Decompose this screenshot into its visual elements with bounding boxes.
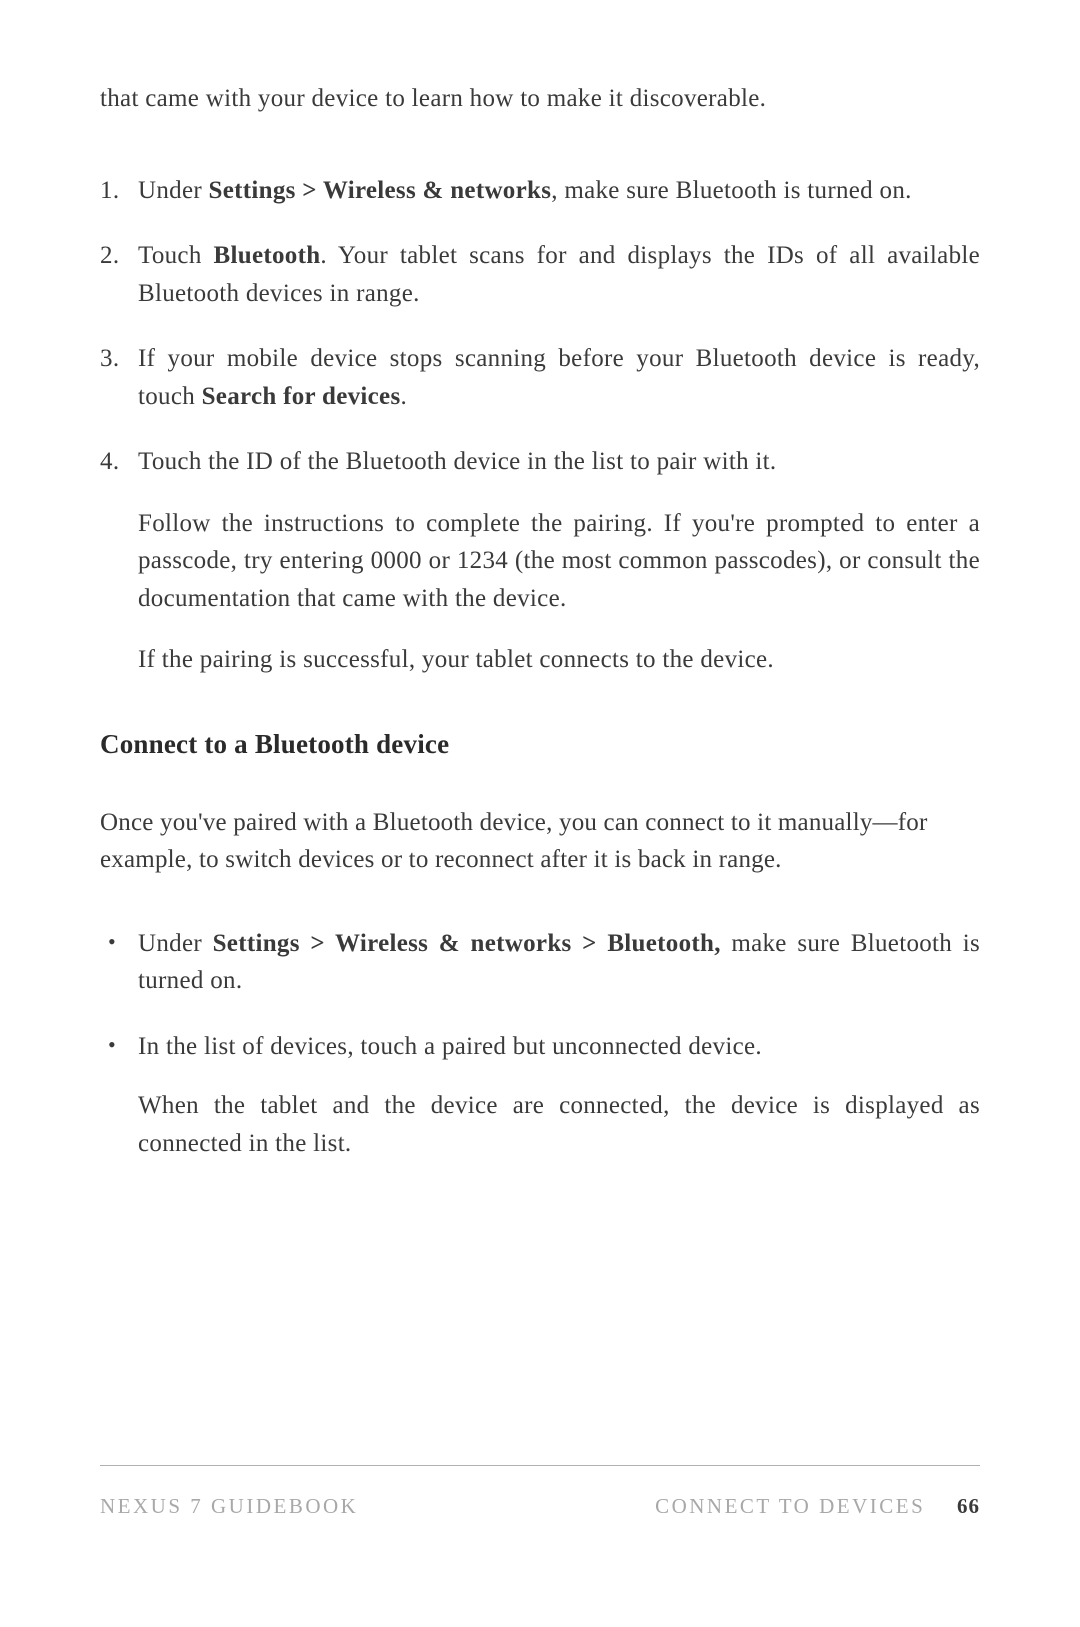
intro-text: that came with your device to learn how … — [100, 80, 980, 118]
page-content: that came with your device to learn how … — [0, 0, 1080, 1162]
list-item: Under Settings > Wireless & networks, ma… — [100, 172, 980, 210]
list-item: Under Settings > Wireless & networks > B… — [100, 925, 980, 1000]
section-heading: Connect to a Bluetooth device — [100, 729, 980, 760]
bold-text: Settings > Wireless & networks > Bluetoo… — [213, 930, 721, 957]
page-number: 66 — [957, 1494, 980, 1518]
bold-text: Settings > Wireless & networks — [209, 177, 552, 204]
list-item: In the list of devices, touch a paired b… — [100, 1028, 980, 1163]
footer-right: CONNECT TO DEVICES 66 — [655, 1494, 980, 1519]
bullet-steps: Under Settings > Wireless & networks > B… — [100, 925, 980, 1163]
footer-row: NEXUS 7 GUIDEBOOK CONNECT TO DEVICES 66 — [100, 1494, 980, 1519]
sub-paragraph: If the pairing is successful, your table… — [138, 641, 980, 679]
bold-text: Search for devices — [202, 383, 401, 410]
footer-divider — [100, 1465, 980, 1466]
footer-left: NEXUS 7 GUIDEBOOK — [100, 1494, 358, 1519]
list-item: If your mobile device stops scanning bef… — [100, 340, 980, 415]
footer-section: CONNECT TO DEVICES — [655, 1494, 925, 1518]
sub-paragraph: Follow the instructions to complete the … — [138, 505, 980, 618]
bold-text: Bluetooth — [214, 242, 321, 269]
list-item: Touch the ID of the Bluetooth device in … — [100, 443, 980, 679]
sub-paragraph: When the tablet and the device are conne… — [138, 1087, 980, 1162]
numbered-steps: Under Settings > Wireless & networks, ma… — [100, 172, 980, 679]
list-item: Touch Bluetooth. Your tablet scans for a… — [100, 237, 980, 312]
section-body: Once you've paired with a Bluetooth devi… — [100, 804, 980, 879]
page-footer: NEXUS 7 GUIDEBOOK CONNECT TO DEVICES 66 — [100, 1465, 980, 1519]
